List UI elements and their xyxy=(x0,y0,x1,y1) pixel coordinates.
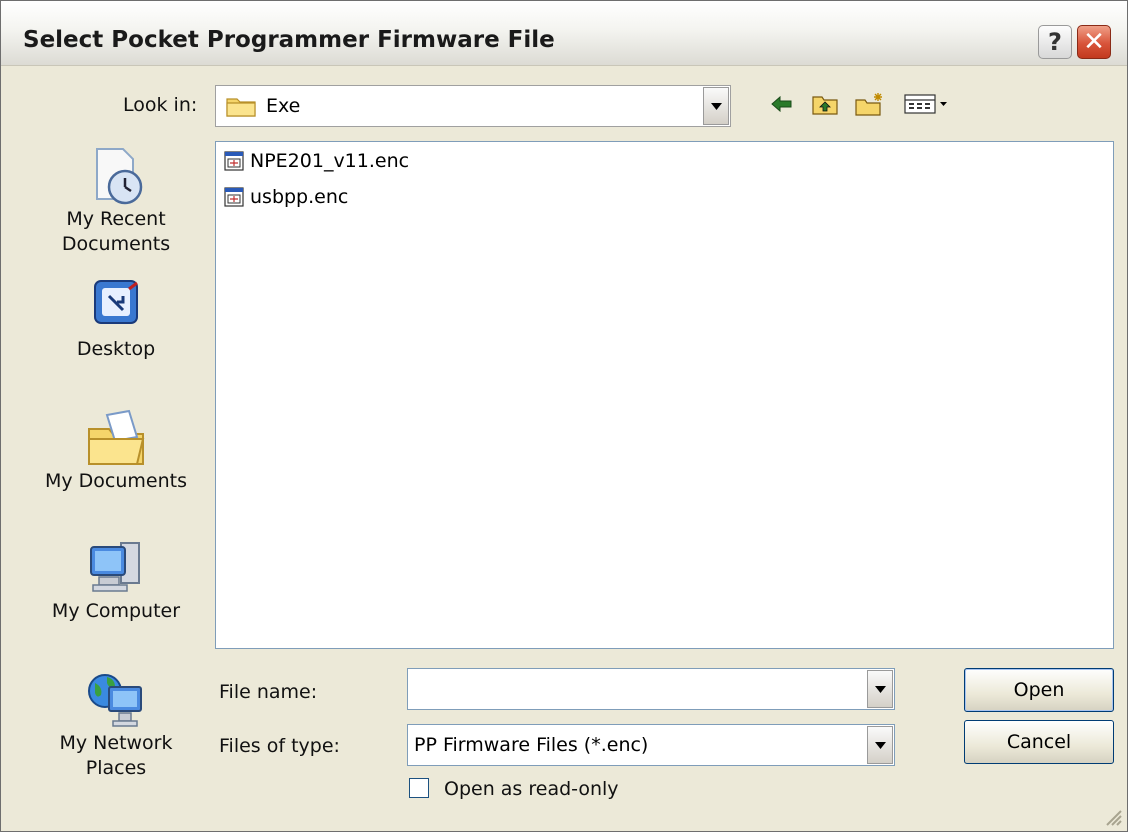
open-button[interactable]: Open xyxy=(964,668,1114,712)
views-menu-icon xyxy=(904,94,947,114)
recent-documents-icon xyxy=(96,148,143,205)
look-in-label: Look in: xyxy=(123,94,198,116)
file-type-value: PP Firmware Files (*.enc) xyxy=(414,734,649,756)
desktop-icon xyxy=(94,280,138,324)
look-in-dropdown[interactable]: Exe xyxy=(215,85,731,127)
read-only-label[interactable]: Open as read-only xyxy=(444,778,619,800)
close-button[interactable]: ✕ xyxy=(1077,25,1111,59)
file-name-label: File name: xyxy=(219,681,318,703)
views-menu-button[interactable] xyxy=(901,89,951,119)
file-type-dropdown-arrow[interactable] xyxy=(867,726,893,764)
place-desktop[interactable]: Desktop xyxy=(41,275,191,362)
look-in-dropdown-arrow[interactable] xyxy=(703,87,729,125)
place-my-documents[interactable]: My Documents xyxy=(41,407,191,494)
look-in-value: Exe xyxy=(266,95,301,117)
file-name-dropdown-arrow[interactable] xyxy=(867,670,893,708)
new-folder-button[interactable] xyxy=(853,89,887,119)
network-places-icon xyxy=(88,674,142,727)
file-item[interactable]: usbpp.enc xyxy=(224,184,348,210)
enc-file-icon xyxy=(224,151,244,171)
my-computer-icon xyxy=(90,542,140,592)
place-label-computer: My Computer xyxy=(51,600,181,622)
back-arrow-icon xyxy=(771,96,792,112)
my-documents-icon xyxy=(88,409,145,465)
help-button[interactable]: ? xyxy=(1038,25,1072,59)
file-name: usbpp.enc xyxy=(250,186,349,208)
place-label-recent: My Recent Documents xyxy=(61,208,171,255)
dialog-title: Select Pocket Programmer Firmware File xyxy=(23,27,555,53)
resize-grip-icon[interactable] xyxy=(1101,805,1123,827)
file-list[interactable]: NPE201_v11.enc usbpp.enc xyxy=(215,141,1114,649)
place-my-computer[interactable]: My Computer xyxy=(41,537,191,624)
chevron-down-icon xyxy=(874,741,886,749)
place-label-documents: My Documents xyxy=(44,470,187,492)
place-label-desktop: Desktop xyxy=(76,338,156,360)
up-folder-button[interactable] xyxy=(809,89,841,119)
place-recent-documents[interactable]: My Recent Documents xyxy=(41,145,191,257)
file-type-dropdown[interactable]: PP Firmware Files (*.enc) xyxy=(407,724,895,766)
file-name: NPE201_v11.enc xyxy=(250,150,410,172)
file-type-label: Files of type: xyxy=(219,735,340,757)
cancel-button[interactable]: Cancel xyxy=(964,720,1114,764)
open-file-dialog: Select Pocket Programmer Firmware File ?… xyxy=(0,0,1128,832)
title-bar[interactable]: Select Pocket Programmer Firmware File ?… xyxy=(1,1,1127,66)
chevron-down-icon xyxy=(710,102,722,110)
back-button[interactable] xyxy=(767,89,797,119)
new-folder-icon xyxy=(855,93,882,116)
folder-icon xyxy=(226,98,256,117)
file-item[interactable]: NPE201_v11.enc xyxy=(224,148,409,174)
up-folder-icon xyxy=(812,96,838,115)
read-only-checkbox[interactable] xyxy=(409,778,429,798)
file-name-combo[interactable] xyxy=(407,668,895,710)
chevron-down-icon xyxy=(874,685,886,693)
place-label-network: My Network Places xyxy=(59,732,173,779)
place-network[interactable]: My Network Places xyxy=(41,665,191,781)
enc-file-icon xyxy=(224,187,244,207)
